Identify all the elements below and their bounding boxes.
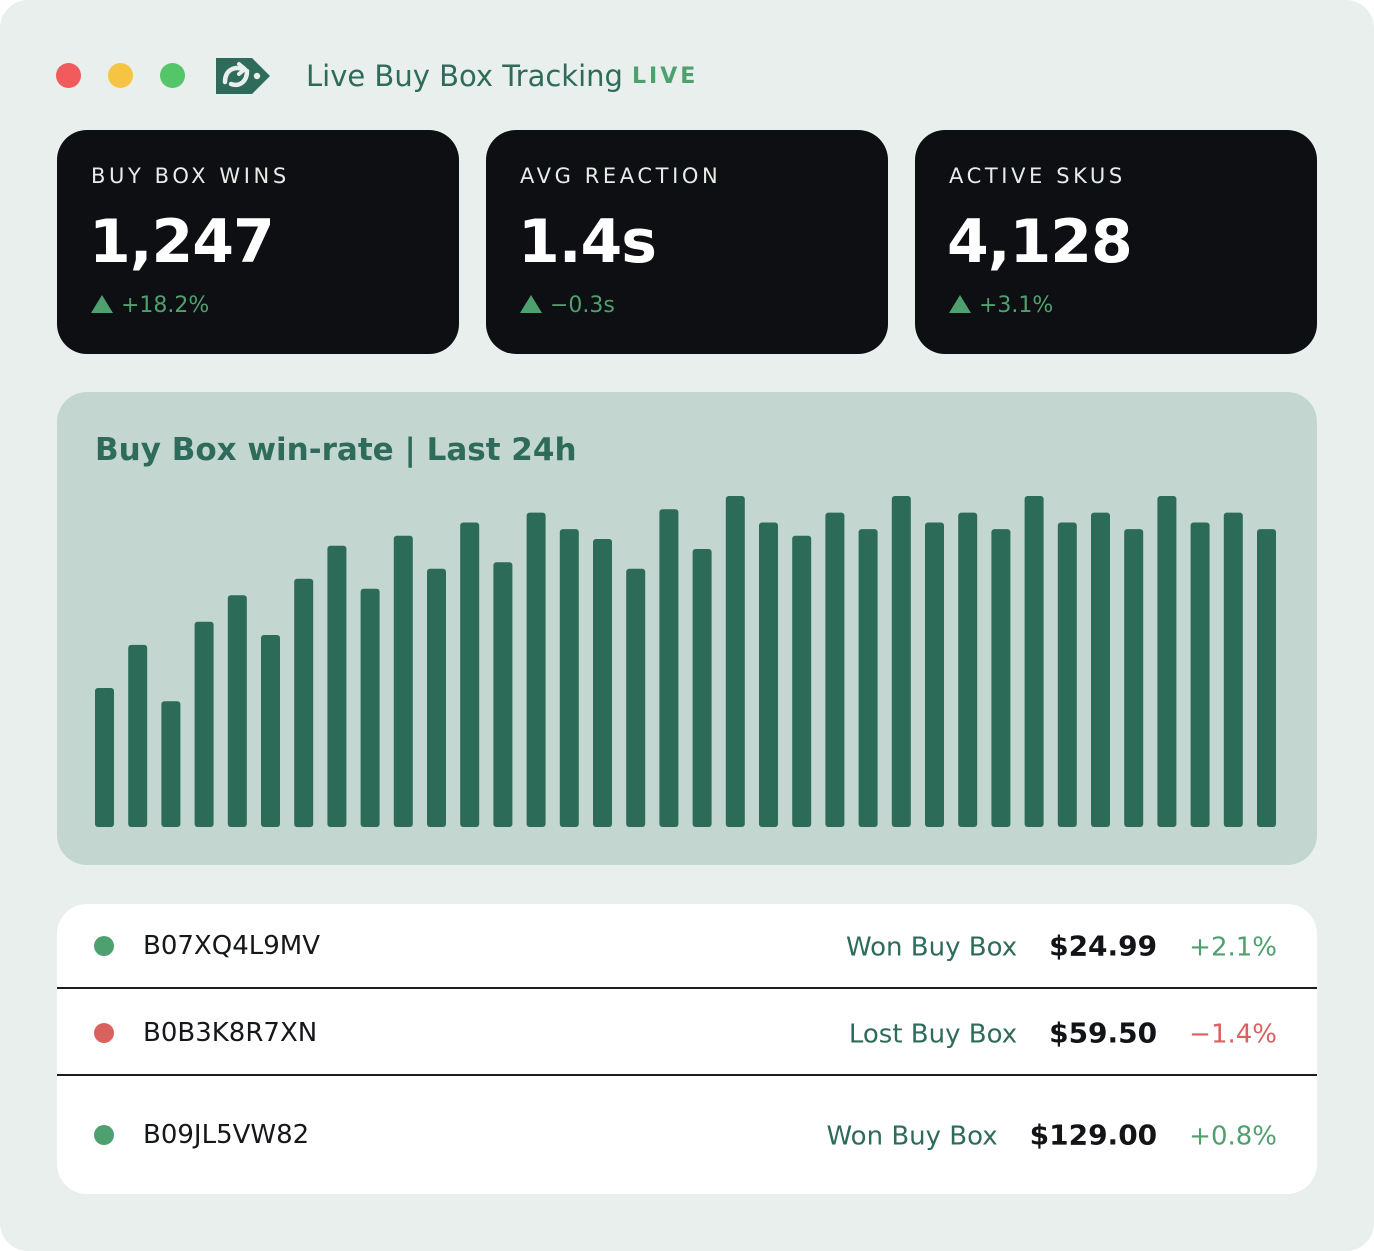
chart-bar-2: [128, 644, 148, 827]
win-rate-bar-chart: [95, 496, 1276, 828]
chart-bar-33: [1157, 496, 1177, 827]
stat-value: 4,128: [947, 207, 1133, 277]
stat-value: 1,247: [89, 207, 275, 277]
chart-bar-4: [194, 621, 214, 827]
chart-bar-10: [393, 535, 413, 827]
app-title: Live Buy Box Tracking: [306, 59, 623, 93]
trend-up-icon: [91, 295, 113, 313]
sku-id: B09JL5VW82: [143, 1119, 310, 1150]
chart-bar-28: [991, 529, 1011, 827]
sku-id: B0B3K8R7XN: [143, 1017, 318, 1048]
title-bar: Live Buy Box Tracking LIVE: [0, 0, 1374, 130]
chart-bar-14: [526, 512, 546, 827]
table-row[interactable]: B07XQ4L9MV Won Buy Box $24.99 +2.1%: [57, 904, 1317, 989]
chart-bar-19: [692, 549, 712, 827]
chart-bar-31: [1091, 512, 1110, 827]
chart-bar-36: [1257, 529, 1276, 827]
chart-bar-7: [294, 578, 314, 828]
stat-card-active-skus: ACTIVE SKUS 4,128 +3.1%: [915, 130, 1317, 354]
stat-delta-text: +18.2%: [121, 293, 210, 318]
row-details: Won Buy Box $24.99 +2.1%: [846, 929, 1277, 962]
stat-delta-text: −0.3s: [550, 293, 615, 318]
price: $59.50: [1049, 1016, 1158, 1049]
chart-bar-17: [626, 568, 646, 827]
chart-bar-21: [759, 522, 778, 827]
trend-up-icon: [520, 295, 542, 313]
maximize-window-button[interactable]: [160, 63, 185, 88]
sku-status-table: B07XQ4L9MV Won Buy Box $24.99 +2.1% B0B3…: [57, 904, 1317, 1194]
status-dot-icon: [94, 935, 114, 956]
stat-label: ACTIVE SKUS: [949, 164, 1126, 188]
chart-bar-24: [858, 529, 878, 827]
chart-bar-5: [227, 595, 247, 827]
row-details: Won Buy Box $129.00 +0.8%: [826, 1118, 1277, 1151]
stat-card-buy-box-wins: BUY BOX WINS 1,247 +18.2%: [57, 130, 459, 354]
chart-bar-11: [427, 568, 446, 827]
stat-value: 1.4s: [518, 207, 657, 277]
chart-bar-29: [1024, 496, 1044, 827]
buy-box-status: Won Buy Box: [826, 1121, 998, 1151]
trend-up-icon: [949, 295, 971, 313]
table-row[interactable]: B09JL5VW82 Won Buy Box $129.00 +0.8%: [57, 1092, 1317, 1177]
chart-bar-22: [792, 535, 812, 827]
chart-bar-15: [559, 529, 579, 827]
chart-bar-25: [891, 496, 911, 827]
table-row[interactable]: B0B3K8R7XN Lost Buy Box $59.50 −1.4%: [57, 991, 1317, 1076]
win-rate-chart-panel: Buy Box win-rate | Last 24h: [57, 392, 1317, 865]
price: $129.00: [1029, 1118, 1158, 1151]
chart-bar-35: [1223, 512, 1243, 827]
sku-id: B07XQ4L9MV: [143, 930, 320, 961]
chart-bar-1: [95, 688, 114, 827]
stat-card-avg-reaction: AVG REACTION 1.4s −0.3s: [486, 130, 888, 354]
buy-box-status: Lost Buy Box: [848, 1019, 1018, 1049]
chart-bar-3: [161, 701, 181, 827]
chart-bar-8: [327, 545, 347, 827]
stat-delta: +3.1%: [949, 292, 1053, 320]
chart-bar-30: [1057, 522, 1077, 827]
status-dot-icon: [94, 1124, 114, 1145]
chart-bar-34: [1190, 522, 1210, 827]
chart-bar-9: [360, 588, 380, 827]
buy-box-status: Won Buy Box: [845, 932, 1018, 962]
minimize-window-button[interactable]: [108, 63, 133, 88]
chart-bar-18: [659, 509, 679, 827]
chart-bar-20: [725, 496, 745, 827]
price-change: −1.4%: [1189, 1019, 1277, 1049]
price: $24.99: [1049, 929, 1158, 962]
live-badge: LIVE: [632, 64, 699, 89]
close-window-button[interactable]: [56, 63, 81, 88]
chart-bar-6: [261, 635, 280, 827]
price-change: +2.1%: [1189, 932, 1277, 962]
chart-bar-32: [1124, 529, 1144, 827]
stat-delta: −0.3s: [520, 292, 615, 320]
tag-refresh-logo-icon: [216, 58, 270, 94]
row-details: Lost Buy Box $59.50 −1.4%: [849, 1016, 1277, 1049]
chart-bar-13: [493, 562, 513, 827]
stat-label: BUY BOX WINS: [91, 164, 290, 188]
price-change: +0.8%: [1189, 1121, 1277, 1151]
chart-bar-27: [958, 512, 978, 827]
chart-bar-26: [925, 522, 944, 827]
chart-bar-12: [460, 522, 480, 827]
status-dot-icon: [94, 1022, 114, 1043]
stat-delta-text: +3.1%: [979, 293, 1054, 318]
stat-delta: +18.2%: [91, 292, 209, 320]
app-window: Live Buy Box Tracking LIVE BUY BOX WINS …: [0, 0, 1374, 1251]
chart-bar-16: [593, 539, 612, 827]
chart-bar-23: [825, 512, 845, 827]
stat-label: AVG REACTION: [520, 164, 722, 188]
